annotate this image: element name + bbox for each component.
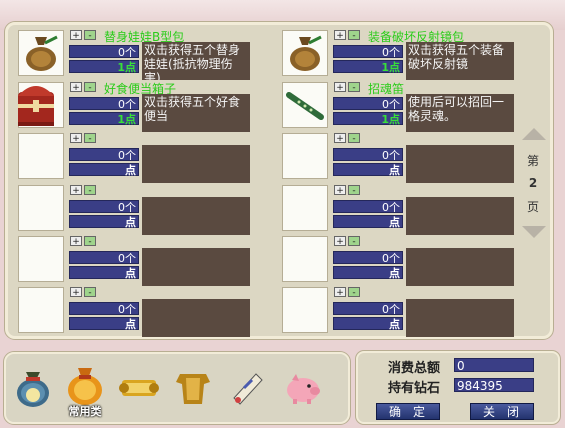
lucky-bag-icon [17,372,49,407]
item-description: 双击获得五个装备破坏反射镜 [406,42,514,80]
price-field: 点 [333,163,403,177]
item-icon-box[interactable] [18,236,64,282]
minus-button[interactable]: - [84,30,96,41]
minus-button[interactable]: - [84,185,96,196]
pouch-icon [283,31,327,78]
item-description: 使用后可以招回一格灵魂。 [406,94,514,132]
treasure-chest-icon [14,74,58,137]
confirm-button[interactable]: 确定 [376,403,440,420]
item-icon-box[interactable] [282,185,328,231]
golden-scroll-icon [119,380,159,396]
minus-button[interactable]: - [84,287,96,298]
quantity-field[interactable]: 0个 [333,97,403,111]
tab-common[interactable]: 常用类 [64,364,106,418]
item-icon-box[interactable] [18,185,64,231]
minus-button[interactable]: - [348,133,360,144]
item-name: 招魂笛 [368,82,405,96]
item-icon-box[interactable] [282,287,328,333]
plus-button[interactable]: + [70,287,82,298]
category-tabs: 常用类 [4,352,350,424]
item-description: 双击获得五个替身娃娃(抵抗物理伤害) [142,42,250,80]
plus-button[interactable]: + [70,236,82,247]
page-prefix: 第 [526,154,539,168]
item-icon-box[interactable] [282,133,328,179]
plus-button[interactable]: + [334,236,346,247]
minus-button[interactable]: - [348,236,360,247]
minus-button[interactable]: - [348,185,360,196]
minus-button[interactable]: - [84,236,96,247]
page-up-arrow-icon[interactable] [522,128,546,140]
diamond-value: 984395 [454,378,534,393]
golden-armor-icon [176,374,210,404]
price-field: 1点 [333,60,403,74]
diamond-label: 持有钻石 [388,381,441,396]
plus-button[interactable]: + [334,30,346,41]
plus-button[interactable]: + [334,287,346,298]
price-field: 点 [333,317,403,331]
plus-button[interactable]: + [70,82,82,93]
tab-armor[interactable] [172,364,214,410]
price-field: 1点 [69,112,139,126]
item-description [406,248,514,286]
price-field: 1点 [69,60,139,74]
quantity-field[interactable]: 0个 [69,148,139,162]
flute-icon [283,83,327,130]
item-icon-box[interactable] [18,287,64,333]
tab-fan[interactable] [226,364,268,410]
price-field: 点 [333,266,403,280]
page-navigator: 第 2 页 [520,128,546,238]
quantity-field[interactable]: 0个 [69,97,139,111]
price-field: 1点 [333,112,403,126]
quantity-field[interactable]: 0个 [69,45,139,59]
tab-lucky-bag[interactable] [12,364,54,410]
plus-button[interactable]: + [334,185,346,196]
price-field: 点 [69,215,139,229]
account-info-panel: 消费总额 0 持有钻石 984395 确定 关闭 [356,351,560,424]
price-field: 点 [333,215,403,229]
price-field: 点 [69,163,139,177]
item-description: 双击获得五个好食便当 [142,94,250,132]
item-description [142,299,250,337]
minus-button[interactable]: - [348,287,360,298]
total-spend-value: 0 [454,358,534,373]
page-suffix: 页 [526,200,539,214]
quantity-field[interactable]: 0个 [333,148,403,162]
plus-button[interactable]: + [70,30,82,41]
item-description [406,145,514,183]
quantity-field[interactable]: 0个 [69,251,139,265]
quantity-field[interactable]: 0个 [333,251,403,265]
pouch-icon [19,31,63,78]
price-field: 点 [69,317,139,331]
item-description [142,197,250,235]
plus-button[interactable]: + [70,133,82,144]
plus-button[interactable]: + [70,185,82,196]
quantity-field[interactable]: 0个 [69,302,139,316]
price-field: 点 [69,266,139,280]
quantity-field[interactable]: 0个 [333,45,403,59]
item-description [406,299,514,337]
item-description [142,145,250,183]
minus-button[interactable]: - [84,82,96,93]
total-spend-label: 消费总额 [388,361,441,376]
page-number: 2 [528,176,538,190]
quantity-field[interactable]: 0个 [333,302,403,316]
minus-button[interactable]: - [348,82,360,93]
minus-button[interactable]: - [84,133,96,144]
page-down-arrow-icon[interactable] [522,226,546,238]
quantity-field[interactable]: 0个 [333,200,403,214]
plus-button[interactable]: + [334,82,346,93]
item-icon-box[interactable] [282,236,328,282]
fan-scroll-icon [233,373,263,405]
plus-button[interactable]: + [334,133,346,144]
tab-scroll[interactable] [118,364,160,410]
tab-pig[interactable] [282,364,324,410]
item-icon-box[interactable] [18,133,64,179]
quantity-field[interactable]: 0个 [69,200,139,214]
item-description [406,197,514,235]
minus-button[interactable]: - [348,30,360,41]
close-button[interactable]: 关闭 [470,403,534,420]
pink-pig-icon [287,374,320,404]
tab-common-label: 常用类 [68,405,102,418]
item-description [142,248,250,286]
